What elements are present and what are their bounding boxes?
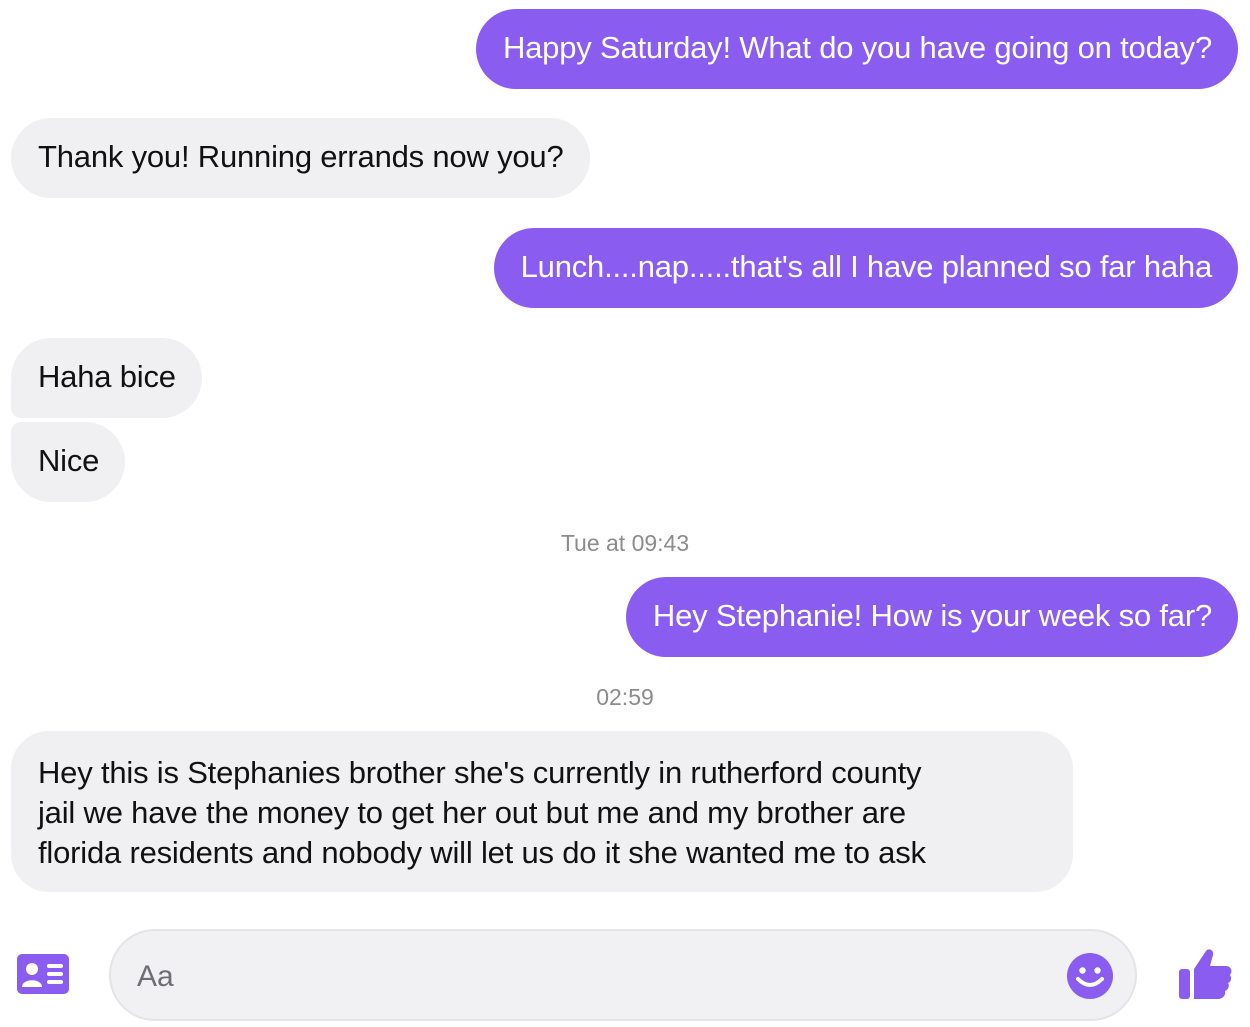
message-text: Happy Saturday! What do you have going o… bbox=[502, 30, 1212, 65]
message-text: Nice bbox=[38, 443, 100, 478]
smiley-emoji-icon[interactable] bbox=[1066, 952, 1114, 1000]
message-text: Haha bice bbox=[38, 359, 176, 394]
message-bubble-outgoing[interactable]: Happy Saturday! What do you have going o… bbox=[475, 9, 1238, 89]
message-input[interactable] bbox=[135, 951, 1039, 1003]
message-bubble-outgoing[interactable]: Lunch....nap.....that's all I have plann… bbox=[493, 228, 1238, 308]
thumbs-up-icon[interactable] bbox=[1178, 948, 1232, 1000]
timestamp-divider: 02:59 bbox=[596, 684, 654, 710]
message-text: Thank you! Running errands now you? bbox=[38, 139, 564, 174]
message-bubble-incoming[interactable]: Haha bice bbox=[11, 338, 202, 418]
message-bubble-outgoing[interactable]: Hey Stephanie! How is your week so far? bbox=[625, 577, 1238, 657]
message-text-line: jail we have the money to get her out bu… bbox=[38, 795, 906, 830]
message-composer[interactable] bbox=[109, 929, 1137, 1021]
message-bubble-incoming[interactable]: Thank you! Running errands now you? bbox=[11, 118, 590, 198]
message-text: Hey Stephanie! How is your week so far? bbox=[652, 598, 1212, 633]
message-text-line: florida residents and nobody will let us… bbox=[38, 835, 926, 870]
message-text-line: Hey this is Stephanies brother she's cur… bbox=[38, 755, 922, 790]
message-bubble-incoming[interactable]: Nice bbox=[11, 422, 126, 502]
message-bubble-incoming[interactable]: Hey this is Stephanies brother she's cur… bbox=[11, 731, 1073, 892]
contact-card-icon[interactable] bbox=[17, 954, 69, 994]
message-text: Lunch....nap.....that's all I have plann… bbox=[520, 249, 1213, 284]
timestamp-divider: Tue at 09:43 bbox=[560, 530, 690, 556]
